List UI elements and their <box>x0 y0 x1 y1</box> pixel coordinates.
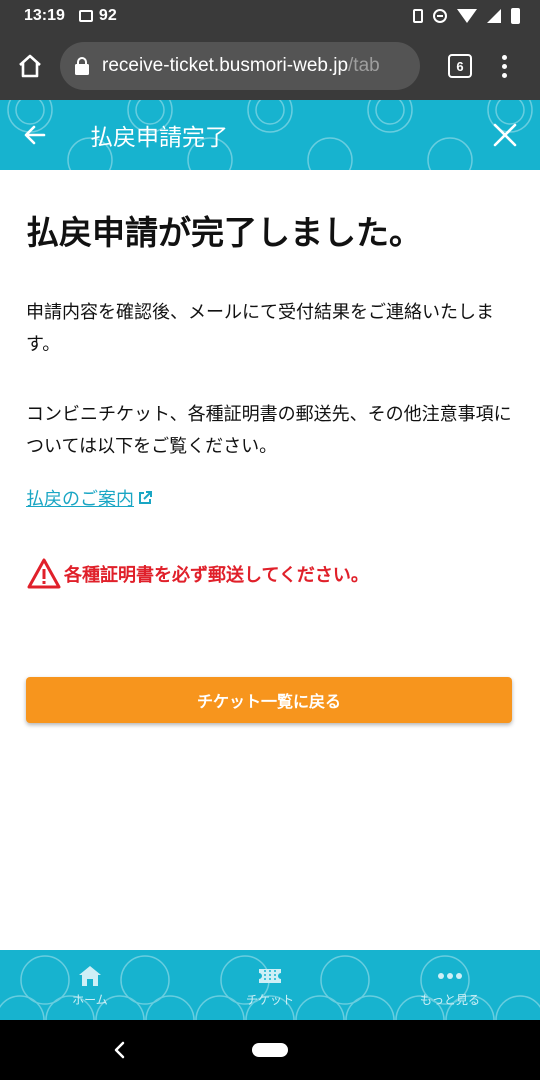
ticket-icon <box>259 968 281 983</box>
status-icons <box>413 8 520 24</box>
header-pattern <box>7 100 533 170</box>
back-button[interactable] <box>0 100 70 170</box>
battery-icon <box>511 8 520 24</box>
status-time: 13:19 <box>24 7 65 24</box>
wifi-icon <box>457 9 477 23</box>
close-button[interactable] <box>470 100 540 170</box>
tab-switcher-button[interactable]: 6 <box>448 54 472 78</box>
vibrate-icon <box>413 9 423 23</box>
system-navigation-bar <box>0 1020 540 1080</box>
home-icon <box>79 965 101 986</box>
screen: 13:19 92 receive-ticket.busmori-web.jp/t… <box>0 0 540 1080</box>
warning-text: 各種証明書を必ず郵送してください。 <box>64 564 369 586</box>
lock-icon <box>75 57 89 75</box>
tab-ticket[interactable]: チケット <box>180 950 360 1020</box>
browser-home-button[interactable] <box>14 50 46 82</box>
tab-home[interactable]: ホーム <box>0 950 180 1020</box>
signal-icon <box>487 9 501 23</box>
system-back-icon[interactable] <box>113 1041 125 1059</box>
refund-guide-link-label: 払戻のご案内 <box>26 488 134 510</box>
do-not-disturb-icon <box>433 9 447 23</box>
notification-count: 92 <box>98 7 117 24</box>
menu-dot <box>502 54 507 60</box>
menu-dot <box>502 63 507 69</box>
home-icon <box>19 54 41 78</box>
tab-more[interactable]: もっと見る <box>360 950 540 1020</box>
page-title: 払戻申請完了 <box>90 125 228 151</box>
tab-ticket-label: チケット <box>245 992 294 1007</box>
refund-guide-link[interactable]: 払戻のご案内 <box>26 485 153 511</box>
warning-message: 各種証明書を必ず郵送してください。 <box>26 557 514 591</box>
main-content: 払戻申請が完了しました。 申請内容を確認後、メールにて受付結果をご連絡いたします… <box>0 170 540 723</box>
address-bar[interactable]: receive-ticket.busmori-web.jp/tab <box>60 42 420 90</box>
more-icon <box>438 972 462 979</box>
bottom-tab-bar: ホーム チケット もっと見る <box>0 950 540 1020</box>
app-header: 払戻申請完了 <box>0 100 540 170</box>
tab-home-label: ホーム <box>72 992 108 1007</box>
menu-dot <box>502 72 507 78</box>
url-host: receive-ticket.busmori-web.jp <box>102 55 349 76</box>
confirmation-text: 申請内容を確認後、メールにて受付結果をご連絡いたします。 <box>26 301 494 355</box>
status-bar: 13:19 92 <box>0 0 540 32</box>
tab-more-label: もっと見る <box>419 992 480 1007</box>
back-to-ticket-list-button[interactable]: チケット一覧に戻る <box>26 676 512 723</box>
completion-heading: 払戻申請が完了しました。 <box>26 213 422 252</box>
system-home-button[interactable] <box>252 1043 288 1057</box>
external-link-icon <box>139 490 152 504</box>
close-icon <box>493 123 517 147</box>
browser-menu-button[interactable] <box>502 54 507 78</box>
browser-toolbar: receive-ticket.busmori-web.jp/tab 6 <box>0 32 540 100</box>
url-path: /tab <box>348 55 380 76</box>
photo-notification-icon <box>78 10 93 22</box>
warning-icon <box>27 558 61 589</box>
notice-text: コンビニチケット、各種証明書の郵送先、その他注意事項については以下をご覧ください… <box>26 403 512 457</box>
arrow-left-icon <box>24 125 46 145</box>
